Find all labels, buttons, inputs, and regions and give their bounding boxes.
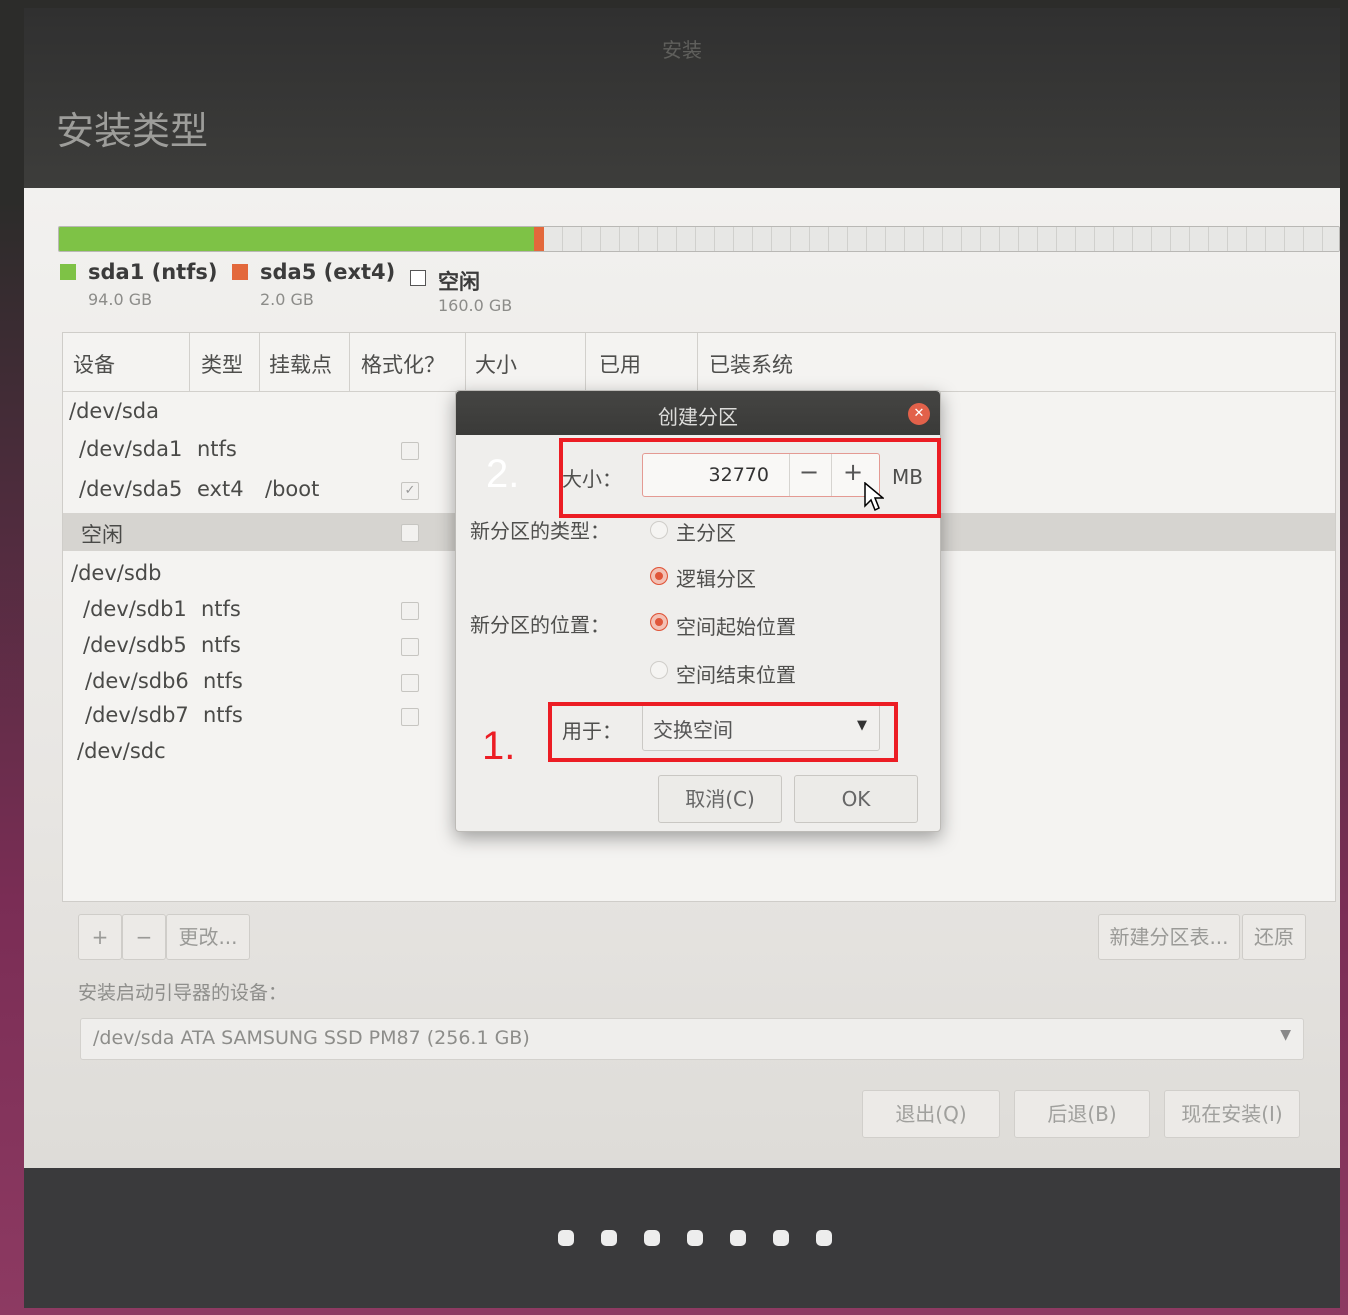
- format-checkbox-checked[interactable]: ✓: [401, 482, 419, 500]
- progress-dot: [687, 1230, 703, 1246]
- disk-segment-sda5: [534, 227, 544, 251]
- device-cell: /dev/sdb5: [83, 633, 187, 657]
- device-cell: /dev/sda: [69, 399, 159, 423]
- column-divider: [189, 333, 190, 391]
- device-cell: /dev/sdb1: [83, 597, 187, 621]
- legend-size: 94.0 GB: [88, 290, 153, 309]
- disk-segment-sda1: [59, 227, 534, 251]
- progress-dot: [773, 1230, 789, 1246]
- photo-frame: 安装 安装类型 sda1 (ntfs) 94.0 GB sda5 (ext4) …: [0, 0, 1348, 1315]
- annotation-box-use-as: [548, 702, 898, 762]
- progress-dot: [558, 1230, 574, 1246]
- type-cell: ntfs: [201, 633, 241, 657]
- type-cell: ext4: [197, 477, 244, 501]
- device-cell: 空闲: [81, 523, 123, 547]
- revert-button[interactable]: 还原: [1242, 914, 1306, 960]
- primary-partition-radio[interactable]: [650, 521, 668, 539]
- progress-dot: [816, 1230, 832, 1246]
- type-cell: ntfs: [197, 437, 237, 461]
- location-end-radio[interactable]: [650, 661, 668, 679]
- annotation-step-1: 1.: [482, 724, 516, 768]
- format-checkbox[interactable]: [401, 674, 419, 692]
- device-cell: /dev/sdc: [77, 739, 166, 763]
- legend-name: 空闲: [438, 270, 480, 294]
- bootloader-label: 安装启动引导器的设备：: [78, 982, 288, 1004]
- new-partition-table-button[interactable]: 新建分区表...: [1098, 914, 1240, 960]
- column-divider: [349, 333, 350, 391]
- chevron-down-icon: ▼: [1280, 1027, 1291, 1043]
- progress-dot: [601, 1230, 617, 1246]
- column-used[interactable]: 已用: [599, 349, 641, 379]
- legend-name: sda1 (ntfs): [88, 260, 218, 284]
- format-checkbox[interactable]: [401, 524, 419, 542]
- dialog-header: 创建分区 ✕: [456, 391, 940, 435]
- cancel-button[interactable]: 取消(C): [658, 775, 782, 823]
- device-cell: /dev/sda5: [79, 477, 183, 501]
- legend-size: 160.0 GB: [438, 296, 513, 315]
- column-divider: [465, 333, 466, 391]
- column-installed-os[interactable]: 已装系统: [709, 349, 793, 379]
- primary-partition-label: 主分区: [676, 521, 736, 545]
- column-type[interactable]: 类型: [201, 349, 243, 379]
- device-cell: /dev/sda1: [79, 437, 183, 461]
- legend-name: sda5 (ext4): [260, 260, 396, 284]
- column-device[interactable]: 设备: [73, 349, 115, 379]
- install-now-button[interactable]: 现在安装(I): [1164, 1090, 1300, 1138]
- dialog-title: 创建分区: [658, 405, 738, 429]
- progress-dot: [730, 1230, 746, 1246]
- legend-size: 2.0 GB: [260, 290, 314, 309]
- logical-partition-radio[interactable]: [650, 567, 668, 585]
- column-divider: [697, 333, 698, 391]
- bootloader-device-select[interactable]: /dev/sda ATA SAMSUNG SSD PM87 (256.1 GB)…: [80, 1018, 1304, 1060]
- change-partition-button[interactable]: 更改...: [166, 914, 250, 960]
- column-divider: [259, 333, 260, 391]
- type-cell: ntfs: [203, 703, 243, 727]
- ext4-swatch-icon: [232, 264, 248, 280]
- mount-cell: /boot: [265, 477, 320, 501]
- window-title: 安装: [662, 38, 702, 62]
- column-mount[interactable]: 挂载点: [269, 349, 332, 379]
- location-end-label: 空间结束位置: [676, 663, 796, 687]
- bootloader-device-value: /dev/sda ATA SAMSUNG SSD PM87 (256.1 GB): [93, 1027, 530, 1049]
- table-header: 设备 类型 挂载点 格式化？ 大小 已用 已装系统: [63, 333, 1335, 392]
- type-cell: ntfs: [203, 669, 243, 693]
- device-cell: /dev/sdb: [71, 561, 162, 585]
- free-swatch-icon: [410, 270, 426, 286]
- disk-usage-bar: [58, 226, 1340, 252]
- ok-button[interactable]: OK: [794, 775, 918, 823]
- remove-partition-button[interactable]: −: [122, 914, 166, 960]
- annotation-step-2: 2.: [486, 452, 520, 496]
- format-checkbox[interactable]: [401, 708, 419, 726]
- ntfs-swatch-icon: [60, 264, 76, 280]
- partition-location-label: 新分区的位置：: [470, 613, 610, 637]
- type-cell: ntfs: [201, 597, 241, 621]
- device-cell: /dev/sdb6: [85, 669, 189, 693]
- mouse-cursor-icon: [864, 482, 884, 512]
- format-checkbox[interactable]: [401, 602, 419, 620]
- add-partition-button[interactable]: +: [78, 914, 122, 960]
- device-cell: /dev/sdb7: [85, 703, 189, 727]
- quit-button[interactable]: 退出(Q): [862, 1090, 1000, 1138]
- partition-type-label: 新分区的类型：: [470, 519, 610, 543]
- column-size[interactable]: 大小: [475, 349, 517, 379]
- location-start-label: 空间起始位置: [676, 615, 796, 639]
- page-title: 安装类型: [56, 109, 209, 153]
- location-start-radio[interactable]: [650, 613, 668, 631]
- format-checkbox[interactable]: [401, 442, 419, 460]
- title-bar: 安装 安装类型: [24, 8, 1340, 188]
- close-icon[interactable]: ✕: [908, 403, 930, 425]
- column-format[interactable]: 格式化？: [361, 349, 445, 379]
- progress-dot: [644, 1230, 660, 1246]
- logical-partition-label: 逻辑分区: [676, 567, 756, 591]
- disk-segment-free: [544, 227, 1339, 251]
- column-divider: [585, 333, 586, 391]
- back-button[interactable]: 后退(B): [1014, 1090, 1150, 1138]
- progress-dots-bar: [24, 1168, 1340, 1308]
- format-checkbox[interactable]: [401, 638, 419, 656]
